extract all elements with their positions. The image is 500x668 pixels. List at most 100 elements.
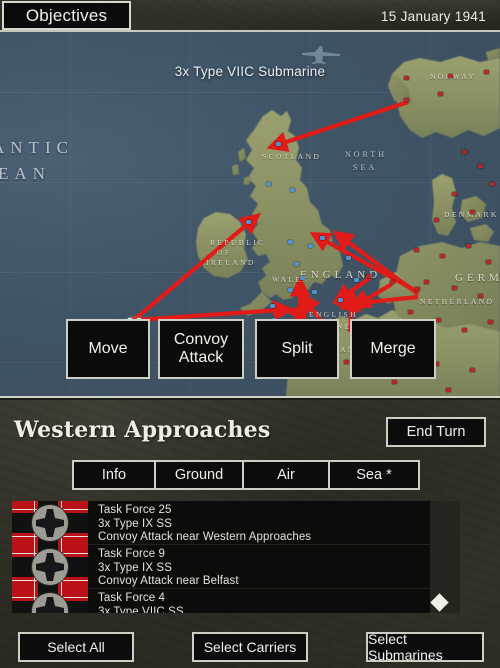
map-marker-allied[interactable] xyxy=(288,240,293,244)
map-marker-allied[interactable] xyxy=(266,182,271,186)
map-marker-axis[interactable] xyxy=(478,294,483,298)
table-row[interactable]: Task Force 9 3x Type IX SS Convoy Attack… xyxy=(12,545,430,589)
map-marker-axis[interactable] xyxy=(424,280,429,284)
task-force-name: Task Force 25 xyxy=(98,504,172,516)
map-action-merge[interactable]: Merge xyxy=(350,319,436,379)
map-marker-axis[interactable] xyxy=(366,274,371,278)
strategic-map[interactable]: ANTIC EAN SCOTLAND NORTH SEA REPUBLIC OF… xyxy=(0,32,500,398)
tab-info-label: Info xyxy=(101,467,127,483)
map-marker-axis[interactable] xyxy=(486,260,491,264)
map-marker-allied[interactable] xyxy=(338,298,343,302)
tab-ground-label: Ground xyxy=(174,467,224,483)
tab-ground[interactable]: Ground xyxy=(156,462,244,488)
game-date: 15 January 1941 xyxy=(381,0,486,32)
map-action-move-label: Move xyxy=(88,340,128,358)
map-marker-axis[interactable] xyxy=(404,98,409,102)
map-marker-axis[interactable] xyxy=(452,286,457,290)
map-action-convoy-attack[interactable]: Convoy Attack xyxy=(158,319,244,379)
list-scrollbar[interactable] xyxy=(430,501,460,613)
map-marker-axis[interactable] xyxy=(478,164,483,168)
map-marker-allied[interactable] xyxy=(294,262,299,266)
map-action-split[interactable]: Split xyxy=(255,319,339,379)
map-marker-axis[interactable] xyxy=(462,150,467,154)
map-marker-allied[interactable] xyxy=(288,288,293,292)
objectives-button[interactable]: Objectives xyxy=(2,1,131,30)
table-row[interactable]: Task Force 25 3x Type IX SS Convoy Attac… xyxy=(12,501,430,545)
task-force-info: Task Force 25 3x Type IX SS Convoy Attac… xyxy=(88,501,430,545)
map-marker-axis[interactable] xyxy=(434,218,439,222)
select-all-button[interactable]: Select All xyxy=(18,632,134,662)
game-date-text: 15 January 1941 xyxy=(380,8,486,24)
map-action-move[interactable]: Move xyxy=(66,319,150,379)
map-marker-allied-selected[interactable] xyxy=(300,276,305,280)
map-label-ireland-1: REPUBLIC xyxy=(210,238,266,247)
map-marker-allied[interactable] xyxy=(320,236,325,240)
bottom-panel: Western Approaches End Turn Info Ground … xyxy=(0,400,500,668)
map-label-netherlands: NETHERLAND xyxy=(420,297,495,306)
tab-sea-label: Sea * xyxy=(356,467,392,483)
kriegsmarine-ensign-icon xyxy=(12,545,88,589)
game-screen: Objectives 15 January 1941 ANTIC EAN SCO… xyxy=(0,0,500,668)
map-label-north-sea-2: SEA xyxy=(353,163,378,172)
map-label-ireland-2: OF xyxy=(217,248,232,257)
map-marker-axis[interactable] xyxy=(440,254,445,258)
task-force-composition: 3x Type IX SS xyxy=(98,561,172,574)
map-marker-axis[interactable] xyxy=(470,210,475,214)
map-action-merge-label: Merge xyxy=(370,340,416,358)
map-label-ireland-3: IRELAND xyxy=(206,258,256,267)
map-marker-allied[interactable] xyxy=(276,142,281,146)
iron-cross-icon xyxy=(36,509,64,537)
map-label-ocean: EAN xyxy=(0,164,51,183)
top-bar: Objectives 15 January 1941 xyxy=(0,0,500,32)
map-marker-axis[interactable] xyxy=(390,280,395,284)
map-label-norway: NORWAY xyxy=(430,72,477,81)
task-force-name: Task Force 9 xyxy=(98,548,166,560)
map-marker-axis[interactable] xyxy=(490,182,495,186)
tab-air[interactable]: Air xyxy=(244,462,330,488)
task-force-name: Task Force 4 xyxy=(98,592,166,604)
task-force-info: Task Force 4 3x Type VIIC SS xyxy=(88,589,430,613)
task-force-order: Convoy Attack near Western Approaches xyxy=(98,531,312,544)
objectives-button-label: Objectives xyxy=(25,5,108,25)
map-marker-axis[interactable] xyxy=(415,287,420,291)
tab-sea[interactable]: Sea * xyxy=(330,462,418,488)
map-marker-axis[interactable] xyxy=(448,74,453,78)
map-marker-axis[interactable] xyxy=(484,70,489,74)
panel-tabs: Info Ground Air Sea * xyxy=(72,460,420,490)
task-force-list[interactable]: Task Force 25 3x Type IX SS Convoy Attac… xyxy=(12,501,460,613)
select-all-label: Select All xyxy=(47,639,105,655)
map-marker-allied[interactable] xyxy=(308,244,313,248)
panel-title: Western Approaches xyxy=(14,417,271,443)
map-marker-axis[interactable] xyxy=(466,244,471,248)
table-row[interactable]: Task Force 4 3x Type VIIC SS xyxy=(12,589,430,613)
iron-cross-icon xyxy=(36,597,64,613)
map-label-north-sea: NORTH xyxy=(345,150,388,159)
map-marker-axis[interactable] xyxy=(438,92,443,96)
kriegsmarine-ensign-icon xyxy=(12,501,88,545)
map-marker-allied[interactable] xyxy=(290,188,295,192)
task-force-composition: 3x Type VIIC SS xyxy=(98,605,184,613)
map-label-channel-1: ENGLISH xyxy=(309,310,358,319)
map-marker-axis[interactable] xyxy=(452,192,457,196)
map-marker-allied[interactable] xyxy=(346,256,351,260)
map-marker-allied[interactable] xyxy=(270,304,275,308)
map-marker-axis[interactable] xyxy=(408,310,413,314)
map-marker-allied[interactable] xyxy=(312,290,317,294)
map-label-ocean: ANTIC xyxy=(0,138,74,157)
iron-cross-icon xyxy=(36,553,64,581)
plane-icon xyxy=(302,46,340,64)
map-marker-allied[interactable] xyxy=(246,220,251,224)
map-marker-axis[interactable] xyxy=(414,248,419,252)
map-marker-axis[interactable] xyxy=(404,76,409,80)
faction-flag xyxy=(12,545,88,589)
task-force-info: Task Force 9 3x Type IX SS Convoy Attack… xyxy=(88,545,430,589)
select-carriers-button[interactable]: Select Carriers xyxy=(192,632,308,662)
faction-flag xyxy=(12,501,88,545)
select-submarines-button[interactable]: Select Submarines xyxy=(366,631,484,663)
map-marker-allied[interactable] xyxy=(354,278,359,282)
tab-info[interactable]: Info xyxy=(74,462,156,488)
end-turn-button[interactable]: End Turn xyxy=(386,417,486,447)
faction-flag xyxy=(12,589,88,613)
task-force-composition: 3x Type IX SS xyxy=(98,517,172,530)
end-turn-label: End Turn xyxy=(406,424,466,440)
